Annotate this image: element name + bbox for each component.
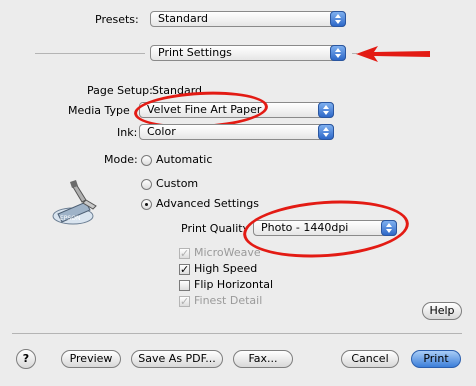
footer-separator: [12, 333, 462, 334]
red-arrow-icon: [356, 46, 430, 62]
popup-arrows-icon: [318, 124, 334, 140]
print-quality-label: Print Quality: [181, 222, 250, 235]
mode-custom-radio[interactable]: [141, 179, 152, 190]
presets-popup[interactable]: Standard: [150, 11, 346, 27]
print-button[interactable]: Print: [411, 350, 461, 368]
finest-detail-checkbox[interactable]: ✓: [179, 296, 190, 307]
mode-advanced-label[interactable]: Advanced Settings: [156, 197, 259, 210]
separator-line: [35, 53, 145, 54]
panel-popup[interactable]: Print Settings: [150, 45, 346, 61]
epson-icon-text: EPSON: [60, 215, 80, 222]
flip-horizontal-label[interactable]: Flip Horizontal: [194, 278, 273, 291]
save-as-pdf-button[interactable]: Save As PDF...: [131, 350, 223, 368]
popup-arrows-icon: [330, 11, 346, 27]
help-question-button[interactable]: ?: [16, 349, 36, 369]
media-type-label: Media Type: [68, 104, 130, 117]
ink-label: Ink:: [117, 126, 138, 139]
print-quality-highlight: [241, 195, 411, 263]
presets-label: Presets:: [95, 13, 139, 26]
presets-value: Standard: [158, 12, 209, 25]
panel-value: Print Settings: [158, 46, 232, 59]
page-setup-label: Page Setup:: [87, 84, 153, 97]
panel-help-button[interactable]: Help: [422, 302, 462, 320]
finest-detail-label: Finest Detail: [194, 294, 263, 307]
mode-automatic-radio[interactable]: [141, 155, 152, 166]
popup-arrows-icon: [330, 45, 346, 61]
high-speed-checkbox[interactable]: ✓: [179, 264, 190, 275]
cancel-button[interactable]: Cancel: [341, 350, 399, 368]
ink-popup[interactable]: Color: [139, 124, 334, 140]
mode-custom-label[interactable]: Custom: [156, 177, 198, 190]
print-dialog: Presets: Standard Print Settings Page Se…: [0, 0, 476, 386]
flip-horizontal-checkbox[interactable]: [179, 280, 190, 291]
ink-value: Color: [147, 125, 176, 138]
mode-automatic-label[interactable]: Automatic: [156, 153, 212, 166]
mode-label: Mode:: [104, 153, 138, 166]
popup-arrows-icon: [318, 102, 334, 118]
high-speed-label[interactable]: High Speed: [194, 262, 257, 275]
preview-button[interactable]: Preview: [61, 350, 121, 368]
microweave-checkbox[interactable]: ✓: [179, 248, 190, 259]
epson-printer-utility-icon: EPSON: [52, 180, 97, 225]
microweave-label: MicroWeave: [194, 246, 261, 259]
mode-advanced-radio[interactable]: [141, 199, 152, 210]
fax-button[interactable]: Fax...: [233, 350, 293, 368]
